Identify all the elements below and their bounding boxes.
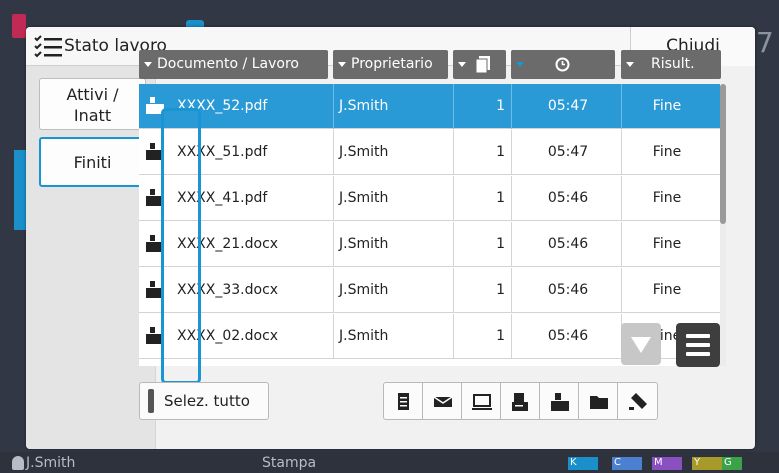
print-job-icon: [146, 327, 164, 344]
background-app-tab: [12, 14, 26, 38]
tab-finished[interactable]: Finiti: [39, 137, 146, 187]
sort-arrow-icon: [338, 62, 346, 67]
menu-button[interactable]: [676, 323, 720, 367]
print-job-icon: [146, 189, 164, 206]
folder-icon: [590, 396, 608, 409]
storage-button[interactable]: [617, 382, 658, 420]
user-icon: [12, 456, 24, 470]
print-job-icon: [146, 97, 164, 114]
ink-k: K: [568, 457, 598, 470]
sort-arrow-icon: [458, 62, 466, 67]
copies-icon: [475, 56, 490, 73]
background-counter: 7: [756, 26, 774, 59]
table-row[interactable]: XXXX_52.pdf J.Smith 1 05:47 Fine: [139, 84, 721, 129]
column-header-copies[interactable]: [453, 50, 506, 79]
clock-icon: [555, 57, 570, 72]
ink-c: C: [612, 457, 642, 470]
table-row[interactable]: XXXX_41.pdf J.Smith 1 05:46 Fine: [139, 176, 721, 221]
copy-button[interactable]: [383, 382, 423, 420]
print-button[interactable]: [539, 382, 579, 420]
background-side-tab: [14, 150, 26, 230]
menu-icon: [686, 334, 710, 338]
app-name: Stampa: [262, 455, 317, 471]
background-status-bar: J.Smith Stampa K C M Y G: [0, 452, 779, 473]
column-header-owner[interactable]: Proprietario: [333, 50, 448, 79]
fax-icon: [512, 393, 528, 411]
tab-active-label-line1: Attivi /: [66, 85, 119, 104]
fax-button[interactable]: [500, 382, 540, 420]
ink-g: G: [722, 457, 742, 470]
print-icon: [551, 393, 569, 411]
print-job-icon: [146, 235, 164, 252]
sort-arrow-icon: [516, 62, 524, 67]
folder-button[interactable]: [578, 382, 618, 420]
sort-arrow-icon: [144, 62, 152, 67]
print-job-icon: [146, 143, 164, 160]
column-header-result[interactable]: Risult.: [621, 50, 721, 79]
pc-icon: [472, 394, 492, 410]
select-all-icon: [148, 389, 154, 413]
table-header: Documento / Lavoro Proprietario Risult.: [139, 50, 721, 79]
print-job-icon: [146, 281, 164, 298]
job-list-icon: [34, 35, 62, 58]
tab-active-inactive[interactable]: Attivi / Inatt: [39, 78, 146, 130]
select-all-button[interactable]: Selez. tutto: [139, 382, 269, 420]
tab-panel: Attivi / Inatt Finiti: [26, 66, 156, 449]
page-down-button[interactable]: [621, 323, 661, 365]
ink-y: Y: [692, 457, 722, 470]
copy-icon: [398, 393, 409, 410]
down-triangle-icon: [631, 337, 651, 353]
sort-arrow-icon: [626, 62, 634, 67]
scrollbar-thumb[interactable]: [720, 84, 726, 224]
table-row[interactable]: XXXX_33.docx J.Smith 1 05:46 Fine: [139, 268, 721, 313]
column-header-time[interactable]: [511, 50, 615, 79]
pc-button[interactable]: [461, 382, 501, 420]
table-row[interactable]: XXXX_21.docx J.Smith 1 05:46 Fine: [139, 222, 721, 267]
table-row[interactable]: XXXX_51.pdf J.Smith 1 05:47 Fine: [139, 130, 721, 175]
storage-icon: [629, 393, 647, 410]
bottom-toolbar: Selez. tutto: [139, 376, 721, 422]
user-name: J.Smith: [26, 455, 76, 471]
mail-icon: [433, 396, 453, 407]
column-header-document[interactable]: Documento / Lavoro: [139, 50, 328, 79]
mail-button[interactable]: [422, 382, 462, 420]
ink-m: M: [652, 457, 682, 470]
tab-active-label-line2: Inatt: [73, 106, 112, 125]
